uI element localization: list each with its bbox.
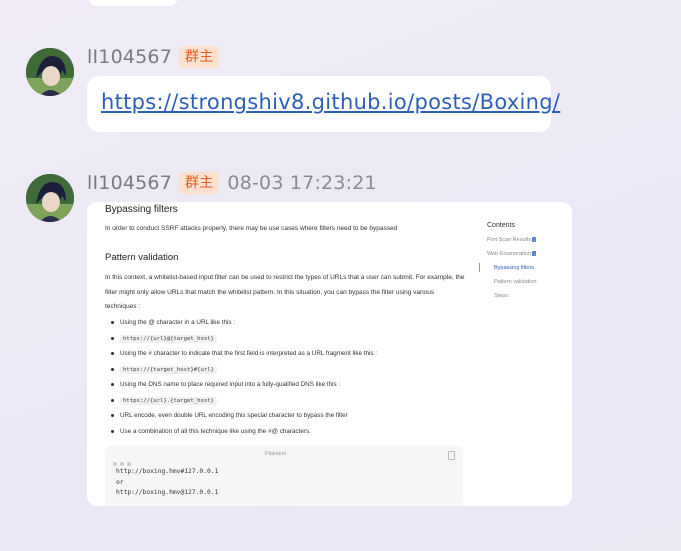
list-item: Using the DNS name to place required inp… [109, 380, 439, 396]
avatar[interactable] [26, 174, 74, 222]
toc-item: Web Enumeration ↓ [487, 251, 537, 257]
technique-list: Using the @ character in a URL like this… [109, 318, 439, 442]
message-timestamp: 08-03 17:23:21 [227, 172, 377, 194]
list-item: https://{target_host}#{url} [109, 365, 439, 381]
list-item: https://{url}.{target_host} [109, 396, 439, 412]
message-bubble: https://strongshiv8.github.io/posts/Boxi… [87, 76, 560, 132]
table-of-contents: Contents Port Scan Results ↓ Web Enumerat… [479, 222, 537, 307]
message-link[interactable]: https://strongshiv8.github.io/posts/Boxi… [101, 90, 560, 114]
toc-item: Port Scan Results ↓ [487, 237, 537, 243]
code-language: Plaintext [265, 451, 287, 457]
toc-title: Contents [487, 222, 516, 229]
toc-item-active: Bypassing filters [479, 263, 537, 279]
sender-row: lI104567 群主 08-03 17:23:21 [87, 172, 377, 194]
sender-name[interactable]: lI104567 [87, 172, 172, 194]
code-block: Plaintext http://boxing.hmv#127.0.0.1 or… [105, 446, 463, 506]
doc-subtitle: Pattern validation [105, 252, 179, 263]
doc-paragraph: In this context, a whitelist-based input… [105, 274, 465, 310]
toc-item: Pattern validation [494, 279, 537, 285]
owner-badge: 群主 [179, 172, 220, 194]
list-item: URL encode, even double URL encoding thi… [109, 411, 439, 427]
copy-icon [448, 451, 455, 460]
list-item: Using the # character to indicate that t… [109, 349, 439, 365]
list-item: Using the @ character in a URL like this… [109, 318, 439, 334]
avatar[interactable] [26, 48, 74, 96]
previous-message-bubble [88, 0, 178, 6]
doc-intro: In order to conduct SSRF attacks properl… [105, 225, 398, 232]
owner-badge: 群主 [179, 46, 220, 68]
screenshot-image[interactable]: Bypassing filters In order to conduct SS… [87, 202, 572, 506]
sender-name[interactable]: lI104567 [87, 46, 172, 68]
list-item: https://{url}@{target_host} [109, 334, 439, 350]
sender-row: lI104567 群主 [87, 46, 220, 68]
toc-item: Steps: [494, 293, 510, 299]
doc-title: Bypassing filters [105, 204, 178, 215]
code-lines: http://boxing.hmv#127.0.0.1 or http://bo… [116, 468, 219, 496]
list-item: Use a combination of all this technique … [109, 427, 439, 443]
